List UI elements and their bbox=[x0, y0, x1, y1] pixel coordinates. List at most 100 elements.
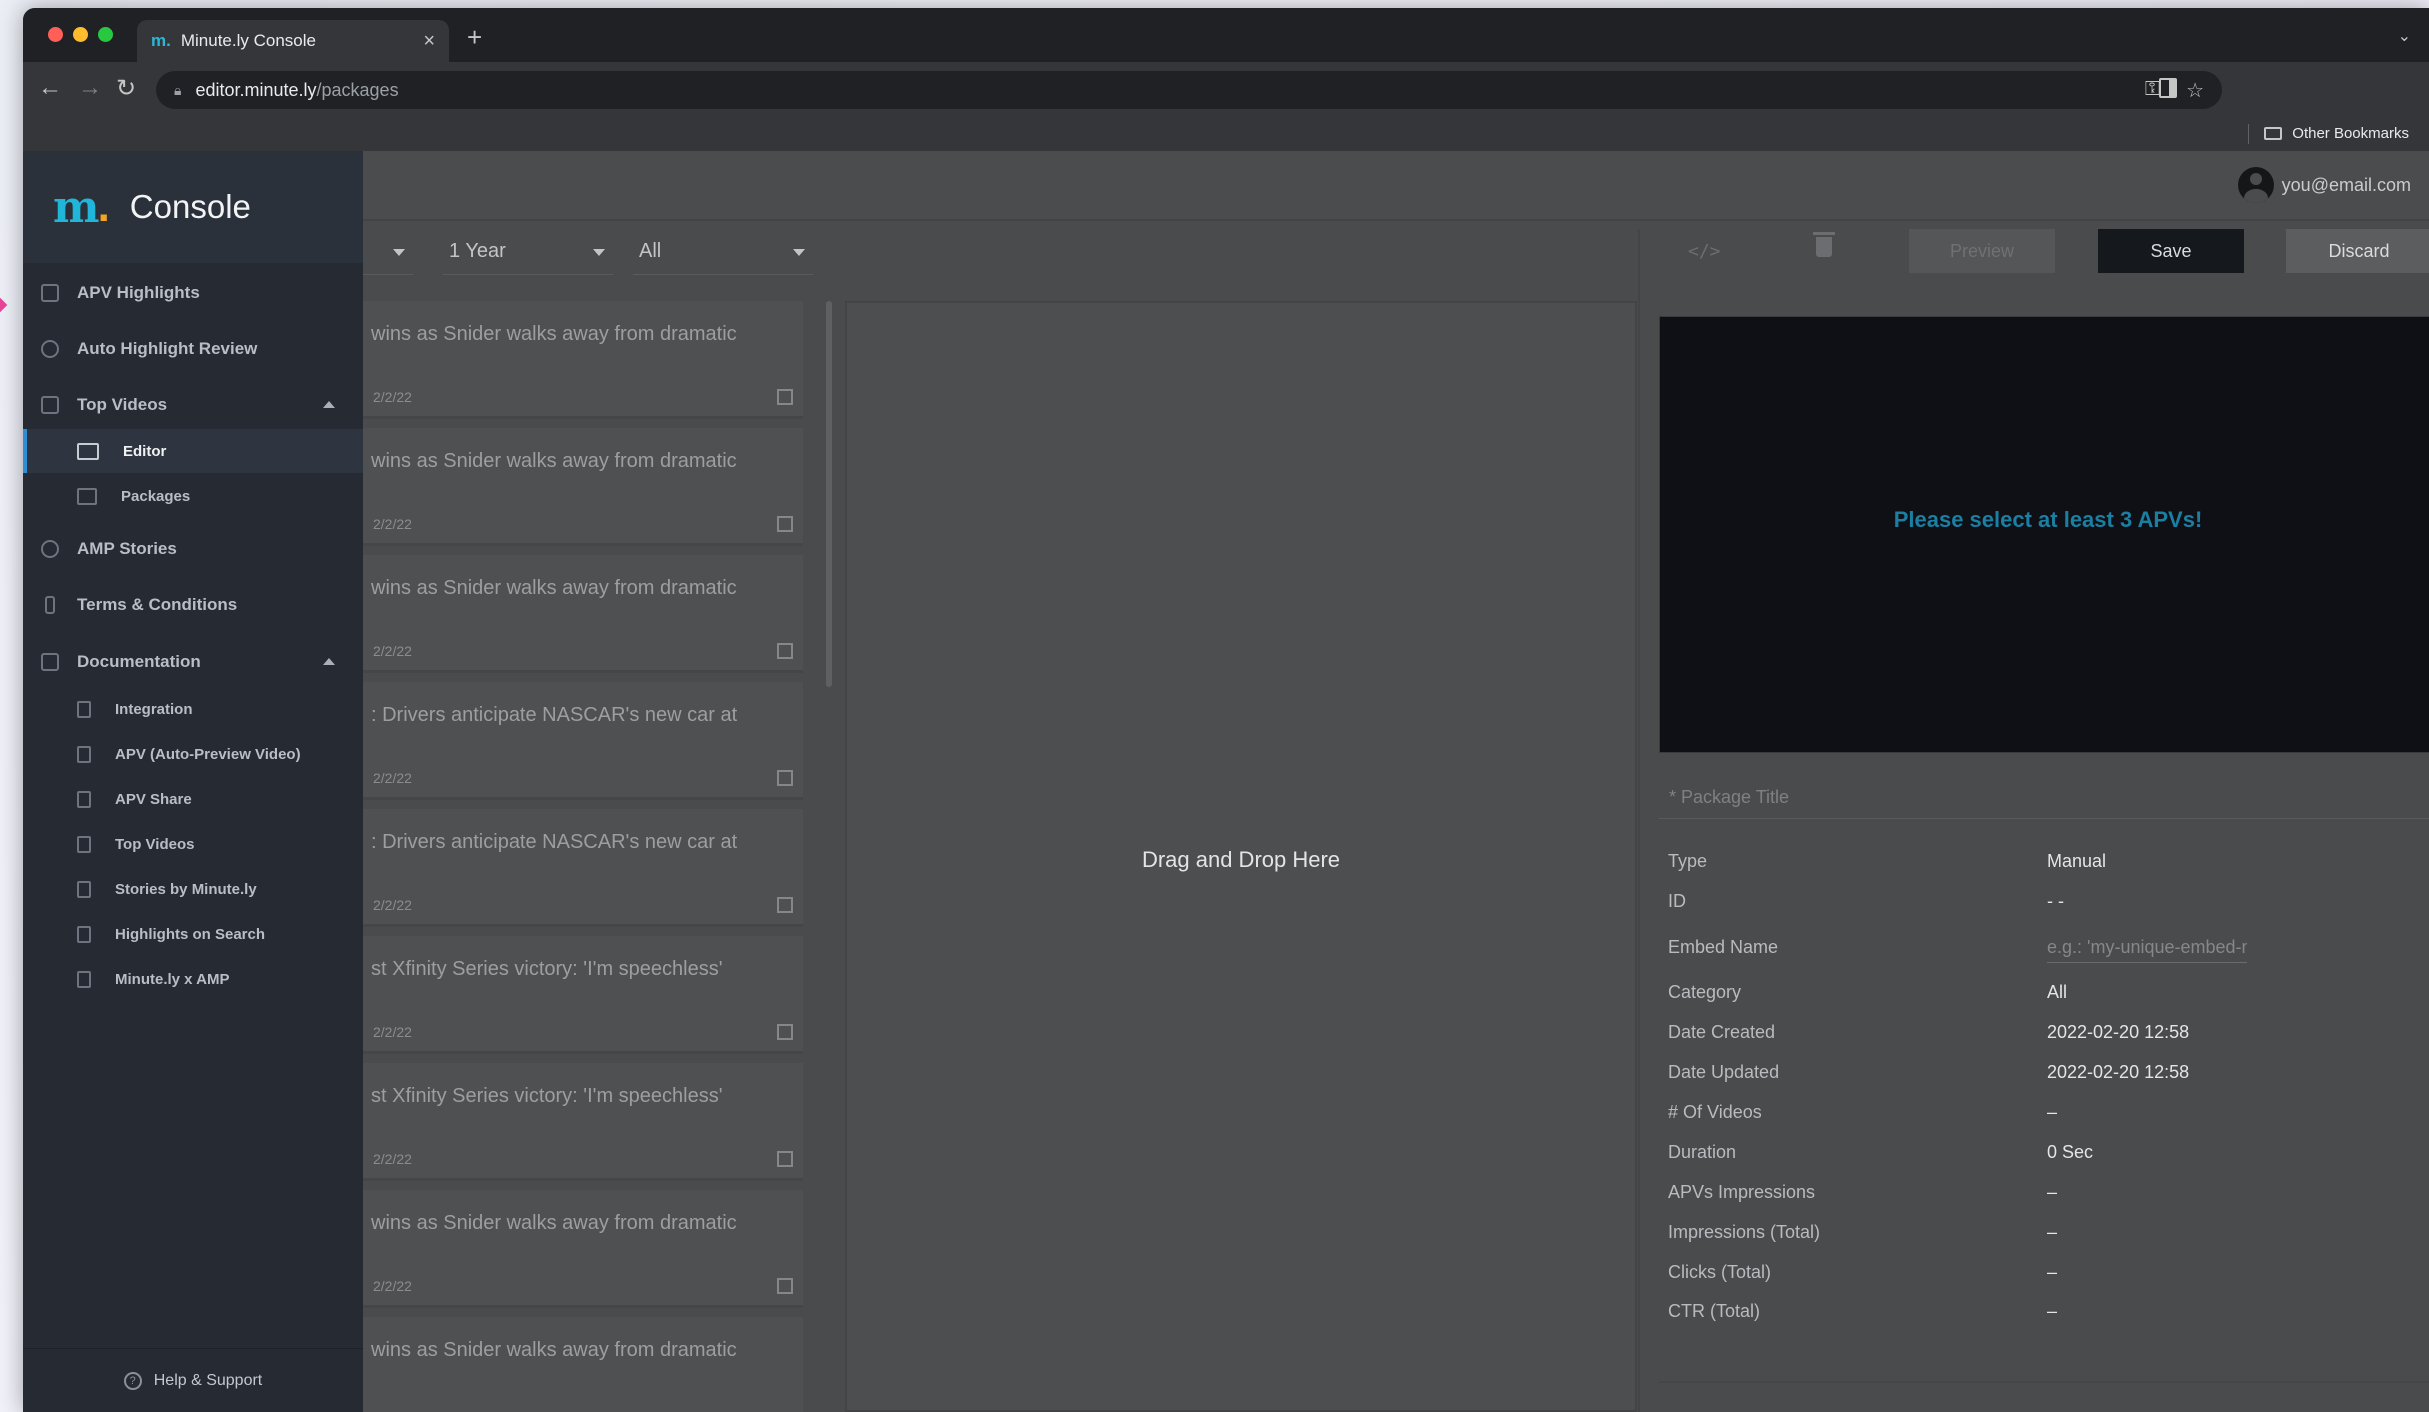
stories-icon bbox=[41, 540, 59, 558]
video-title: wins as Snider walks away from dramatic bbox=[371, 1339, 737, 1361]
video-card[interactable]: wins as Snider walks away from dramatic … bbox=[363, 428, 803, 546]
source-select[interactable] bbox=[363, 229, 413, 275]
sidebar-item-doc-top-videos[interactable]: Top Videos bbox=[23, 822, 363, 866]
maximize-window-button[interactable] bbox=[98, 27, 113, 42]
sidebar-item-top-videos[interactable]: Top Videos bbox=[23, 381, 363, 429]
external-link-icon[interactable] bbox=[777, 1278, 793, 1294]
video-title: wins as Snider walks away from dramatic bbox=[371, 577, 737, 599]
video-title: wins as Snider walks away from dramatic bbox=[371, 450, 737, 472]
sidebar-item-highlights-search[interactable]: Highlights on Search bbox=[23, 912, 363, 956]
discard-button[interactable]: Discard bbox=[2286, 229, 2429, 273]
sidebar-item-label: Documentation bbox=[77, 652, 201, 671]
reload-icon[interactable]: ↻ bbox=[116, 74, 136, 103]
user-email: you@email.com bbox=[2281, 174, 2411, 195]
external-link-icon[interactable] bbox=[777, 770, 793, 786]
sidebar-item-label: APV Highlights bbox=[77, 283, 200, 302]
video-card[interactable]: wins as Snider walks away from dramatic … bbox=[363, 301, 803, 419]
drop-zone[interactable]: Drag and Drop Here bbox=[845, 301, 1637, 1412]
tab-search-chevron-icon[interactable]: ⌄ bbox=[2398, 26, 2411, 46]
preview-button[interactable]: Preview bbox=[1909, 229, 2055, 273]
video-card[interactable]: wins as Snider walks away from dramatic … bbox=[363, 555, 803, 673]
video-date: 2/2/22 bbox=[373, 389, 412, 405]
external-link-icon[interactable] bbox=[777, 516, 793, 532]
sidebar-item-terms[interactable]: Terms & Conditions bbox=[23, 581, 363, 629]
close-window-button[interactable] bbox=[48, 27, 63, 42]
key-icon[interactable]: ⚿ bbox=[2145, 78, 2160, 103]
video-card[interactable]: wins as Snider walks away from dramatic bbox=[363, 1317, 803, 1412]
video-title: : Drivers anticipate NASCAR's new car at bbox=[371, 831, 738, 853]
new-tab-icon[interactable]: + bbox=[467, 22, 482, 53]
sidebar-item-label: APV Share bbox=[115, 790, 192, 808]
brand[interactable]: m. Console bbox=[23, 151, 363, 263]
video-card[interactable]: st Xfinity Series victory: 'I'm speechle… bbox=[363, 1063, 803, 1181]
browser-tab[interactable]: m. Minute.ly Console × bbox=[137, 20, 449, 62]
star-icon[interactable]: ☆ bbox=[2186, 78, 2204, 103]
detail-key: Impressions (Total) bbox=[1668, 1222, 1821, 1242]
help-support-link[interactable]: ? Help & Support bbox=[23, 1348, 363, 1412]
other-bookmarks[interactable]: Other Bookmarks bbox=[2264, 125, 2409, 142]
detail-value: 2022-02-20 12:58 bbox=[2047, 1062, 2190, 1082]
back-arrow-icon[interactable]: ← bbox=[38, 74, 62, 102]
detail-row-impressions: Impressions (Total) – bbox=[1668, 1222, 2428, 1252]
external-link-icon[interactable] bbox=[777, 897, 793, 913]
video-card[interactable]: : Drivers anticipate NASCAR's new car at… bbox=[363, 809, 803, 927]
close-tab-icon[interactable]: × bbox=[423, 30, 435, 53]
hand-icon bbox=[45, 596, 55, 614]
sidebar-item-apv-share[interactable]: APV Share bbox=[23, 777, 363, 821]
detail-key: # Of Videos bbox=[1668, 1102, 1762, 1122]
sidebar-item-documentation[interactable]: Documentation bbox=[23, 638, 363, 686]
video-title: st Xfinity Series victory: 'I'm speechle… bbox=[371, 958, 723, 980]
sidebar-item-editor[interactable]: Editor bbox=[23, 429, 363, 473]
trash-icon[interactable] bbox=[1813, 232, 1835, 257]
sidebar-item-auto-highlight-review[interactable]: Auto Highlight Review bbox=[23, 325, 363, 373]
period-select[interactable]: 1 Year bbox=[443, 229, 613, 275]
doc-icon bbox=[77, 880, 91, 898]
sidebar-item-apv[interactable]: APV (Auto-Preview Video) bbox=[23, 732, 363, 776]
external-link-icon[interactable] bbox=[777, 1151, 793, 1167]
tab-title: Minute.ly Console bbox=[180, 31, 316, 50]
sidebar-item-minutely-amp[interactable]: Minute.ly x AMP bbox=[23, 957, 363, 1001]
video-card[interactable]: wins as Snider walks away from dramatic … bbox=[363, 1190, 803, 1308]
browser-window: m. Minute.ly Console × + ⌄ ← → ↻ 🔒︎ edit… bbox=[23, 8, 2429, 1412]
detail-key: Duration bbox=[1668, 1142, 1737, 1162]
address-bar[interactable]: 🔒︎ editor.minute.ly/packages ⚿ ☆ bbox=[156, 71, 2222, 109]
video-date: 2/2/22 bbox=[373, 1024, 412, 1040]
embed-name-input[interactable]: e.g.: 'my-unique-embed-name' bbox=[2047, 937, 2247, 963]
detail-key: Date Updated bbox=[1668, 1062, 1780, 1082]
category-select[interactable]: All bbox=[633, 229, 813, 275]
category-select-value: All bbox=[639, 240, 662, 262]
save-button[interactable]: Save bbox=[2098, 229, 2244, 273]
packages-icon bbox=[77, 487, 97, 505]
detail-value: Manual bbox=[2047, 851, 2107, 871]
video-card[interactable]: st Xfinity Series victory: 'I'm speechle… bbox=[363, 936, 803, 1054]
player-message: Please select at least 3 APVs! bbox=[1893, 506, 2203, 532]
app-viewport: you@email.com 1 Year All wins as Snider … bbox=[23, 151, 2429, 1412]
detail-row-clicks: Clicks (Total) – bbox=[1668, 1262, 2428, 1292]
sidebar-item-packages[interactable]: Packages bbox=[23, 474, 363, 518]
detail-row-category: Category All bbox=[1668, 982, 2428, 1012]
detail-row-embed-name: Embed Name e.g.: 'my-unique-embed-name' bbox=[1668, 937, 2428, 967]
details-divider bbox=[1659, 1381, 2429, 1383]
detail-value: – bbox=[2047, 1262, 2058, 1282]
sidebar-item-amp-stories[interactable]: AMP Stories bbox=[23, 525, 363, 573]
globe-icon bbox=[41, 340, 59, 358]
external-link-icon[interactable] bbox=[777, 643, 793, 659]
detail-row-duration: Duration 0 Sec bbox=[1668, 1142, 2428, 1172]
sidebar-item-apv-highlights[interactable]: APV Highlights bbox=[23, 269, 363, 317]
chevron-up-icon bbox=[323, 658, 335, 665]
package-title-input[interactable]: * Package Title bbox=[1659, 779, 2429, 819]
external-link-icon[interactable] bbox=[777, 389, 793, 405]
external-link-icon[interactable] bbox=[777, 1024, 793, 1040]
other-bookmarks-label: Other Bookmarks bbox=[2292, 125, 2409, 142]
sidebar-item-integration[interactable]: Integration bbox=[23, 687, 363, 731]
embed-code-icon[interactable]: </> bbox=[1688, 241, 1721, 262]
detail-value: 0 Sec bbox=[2047, 1142, 2094, 1162]
video-card[interactable]: : Drivers anticipate NASCAR's new car at… bbox=[363, 682, 803, 800]
forward-arrow-icon[interactable]: → bbox=[78, 74, 102, 102]
list-scrollbar[interactable] bbox=[826, 301, 832, 687]
minimize-window-button[interactable] bbox=[73, 27, 88, 42]
sidebar-item-stories[interactable]: Stories by Minute.ly bbox=[23, 867, 363, 911]
user-menu[interactable]: you@email.com bbox=[2237, 167, 2411, 203]
sidebar: m. Console APV Highlights Auto Highlight… bbox=[23, 151, 363, 1412]
side-panel-icon[interactable] bbox=[2159, 78, 2177, 98]
